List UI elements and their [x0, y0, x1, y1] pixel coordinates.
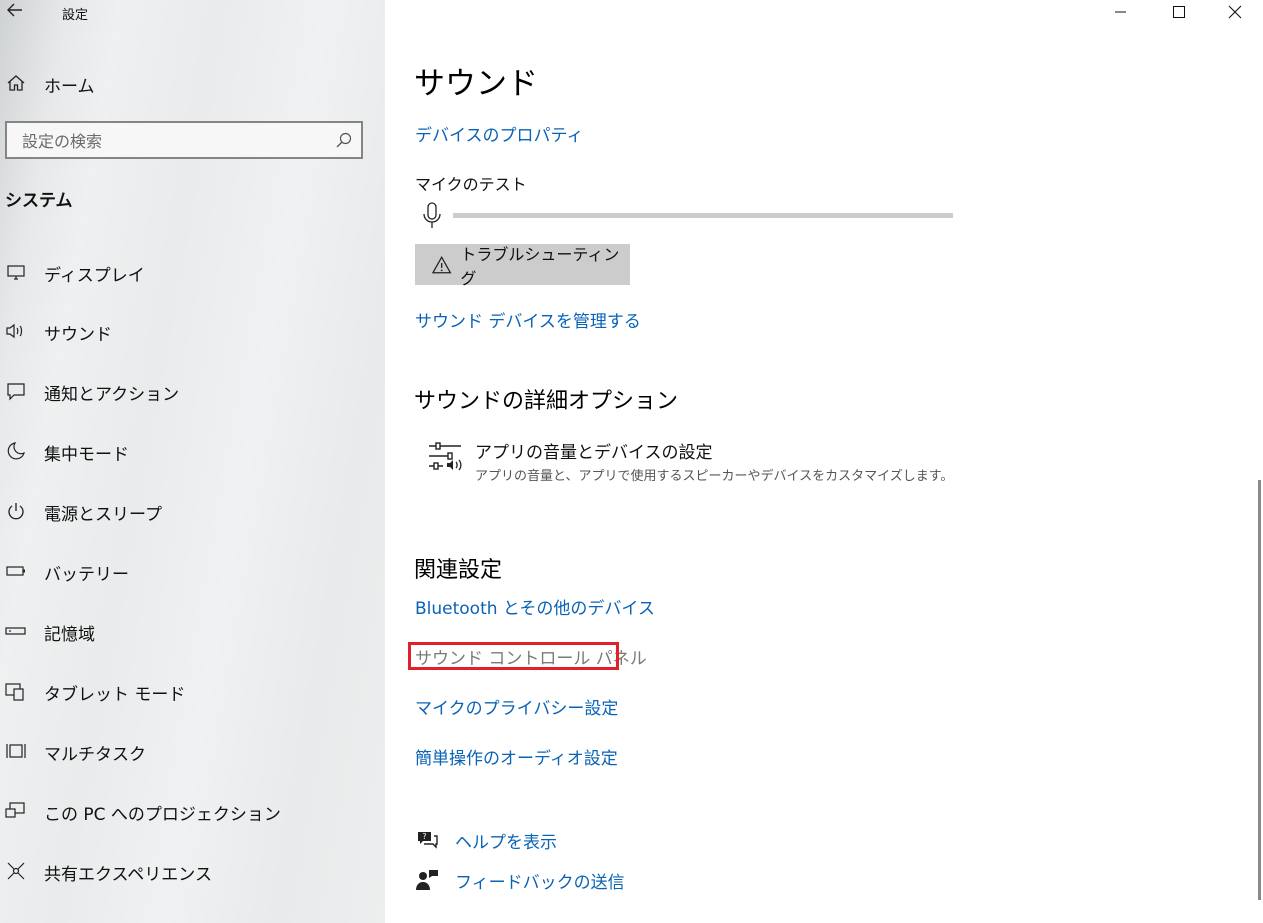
sidebar-item-label: 通知とアクション [44, 385, 180, 405]
search-icon[interactable] [335, 131, 353, 149]
sidebar-item-multitask[interactable]: マルチタスク [0, 731, 385, 771]
moon-icon [5, 440, 27, 462]
related-settings-heading: 関連設定 [414, 558, 503, 583]
minimize-icon [1115, 11, 1126, 13]
get-help-link[interactable]: ヘルプを表示 [455, 828, 557, 853]
sidebar-item-label: 電源とスリープ [44, 505, 162, 525]
close-icon [1228, 5, 1242, 19]
sidebar-item-label: マルチタスク [44, 745, 146, 765]
sidebar-item-label: ディスプレイ [44, 266, 145, 286]
app-volume-description: アプリの音量と、アプリで使用するスピーカーやデバイスをカスタマイズします。 [475, 469, 954, 484]
notification-icon [5, 380, 27, 402]
troubleshoot-button[interactable]: トラブルシューティング [415, 244, 630, 288]
tablet-icon [5, 680, 27, 702]
back-arrow-icon [7, 3, 22, 17]
bluetooth-devices-link[interactable]: Bluetooth とその他のデバイス [415, 594, 655, 619]
maximize-icon [1173, 6, 1185, 18]
power-icon [5, 500, 27, 522]
help-icon: ? [418, 832, 438, 849]
sidebar-item-sound[interactable]: サウンド [0, 311, 385, 351]
mic-level-meter [453, 213, 953, 218]
scrollbar[interactable] [1258, 480, 1261, 900]
sidebar-item-projection[interactable]: この PC へのプロジェクション [0, 791, 385, 831]
sidebar-item-home[interactable]: ホーム [0, 66, 385, 100]
minimize-button[interactable] [1098, 0, 1144, 24]
home-icon [5, 72, 27, 94]
app-volume-title[interactable]: アプリの音量とデバイスの設定 [475, 438, 713, 463]
sidebar-item-label: タブレット モード [44, 685, 186, 705]
manage-sound-devices-link[interactable]: サウンド デバイスを管理する [415, 307, 641, 332]
projection-icon [5, 800, 27, 822]
sidebar-item-tablet[interactable]: タブレット モード [0, 671, 385, 711]
sidebar-item-label: この PC へのプロジェクション [44, 805, 281, 825]
warning-icon [431, 255, 452, 273]
advanced-options-heading: サウンドの詳細オプション [414, 389, 679, 414]
page-title: サウンド [414, 66, 538, 102]
troubleshoot-label: トラブルシューティング [460, 244, 620, 288]
svg-text:?: ? [422, 832, 426, 841]
feedback-icon [416, 870, 438, 890]
send-feedback-link[interactable]: フィードバックの送信 [455, 868, 625, 893]
mic-privacy-link[interactable]: マイクのプライバシー設定 [415, 694, 618, 719]
mic-test-label: マイクのテスト [415, 175, 527, 194]
microphone-icon [423, 202, 441, 228]
highlight-box [408, 642, 619, 670]
battery-icon [5, 560, 27, 582]
sidebar-item-storage[interactable]: 記憶域 [0, 611, 385, 651]
sidebar-item-label: 記憶域 [44, 625, 95, 645]
multitask-icon [5, 740, 27, 762]
sidebar-item-battery[interactable]: バッテリー [0, 551, 385, 591]
app-title: 設定 [62, 8, 89, 23]
storage-icon [5, 620, 27, 642]
sidebar-item-label: サウンド [44, 325, 112, 345]
sidebar-item-label: 集中モード [44, 445, 129, 465]
section-title: システム [5, 191, 73, 211]
share-icon [5, 860, 27, 882]
sidebar: 設定 ホーム システム ディスプレイ サウンド 通知とアクション 集中モード 電… [0, 0, 385, 923]
speaker-icon [5, 320, 27, 342]
home-label: ホーム [44, 77, 95, 97]
sidebar-item-display[interactable]: ディスプレイ [0, 252, 385, 292]
title-bar: 設定 [0, 0, 385, 26]
main-content: サウンド デバイスのプロパティ マイクのテスト トラブルシューティング サウンド… [385, 0, 1263, 923]
maximize-button[interactable] [1156, 0, 1202, 24]
display-icon [5, 261, 27, 283]
search-box[interactable] [5, 121, 363, 159]
sidebar-item-focus[interactable]: 集中モード [0, 431, 385, 471]
search-input[interactable] [7, 123, 344, 159]
device-properties-link[interactable]: デバイスのプロパティ [415, 121, 583, 146]
sidebar-item-label: バッテリー [44, 565, 129, 585]
sidebar-item-notifications[interactable]: 通知とアクション [0, 371, 385, 411]
app-volume-icon[interactable] [427, 440, 463, 474]
close-button[interactable] [1212, 0, 1258, 24]
sidebar-item-label: 共有エクスペリエンス [44, 865, 212, 885]
ease-of-access-audio-link[interactable]: 簡単操作のオーディオ設定 [415, 744, 618, 769]
sidebar-item-shared[interactable]: 共有エクスペリエンス [0, 851, 385, 891]
sidebar-item-power[interactable]: 電源とスリープ [0, 491, 385, 531]
back-button[interactable] [6, 1, 26, 23]
